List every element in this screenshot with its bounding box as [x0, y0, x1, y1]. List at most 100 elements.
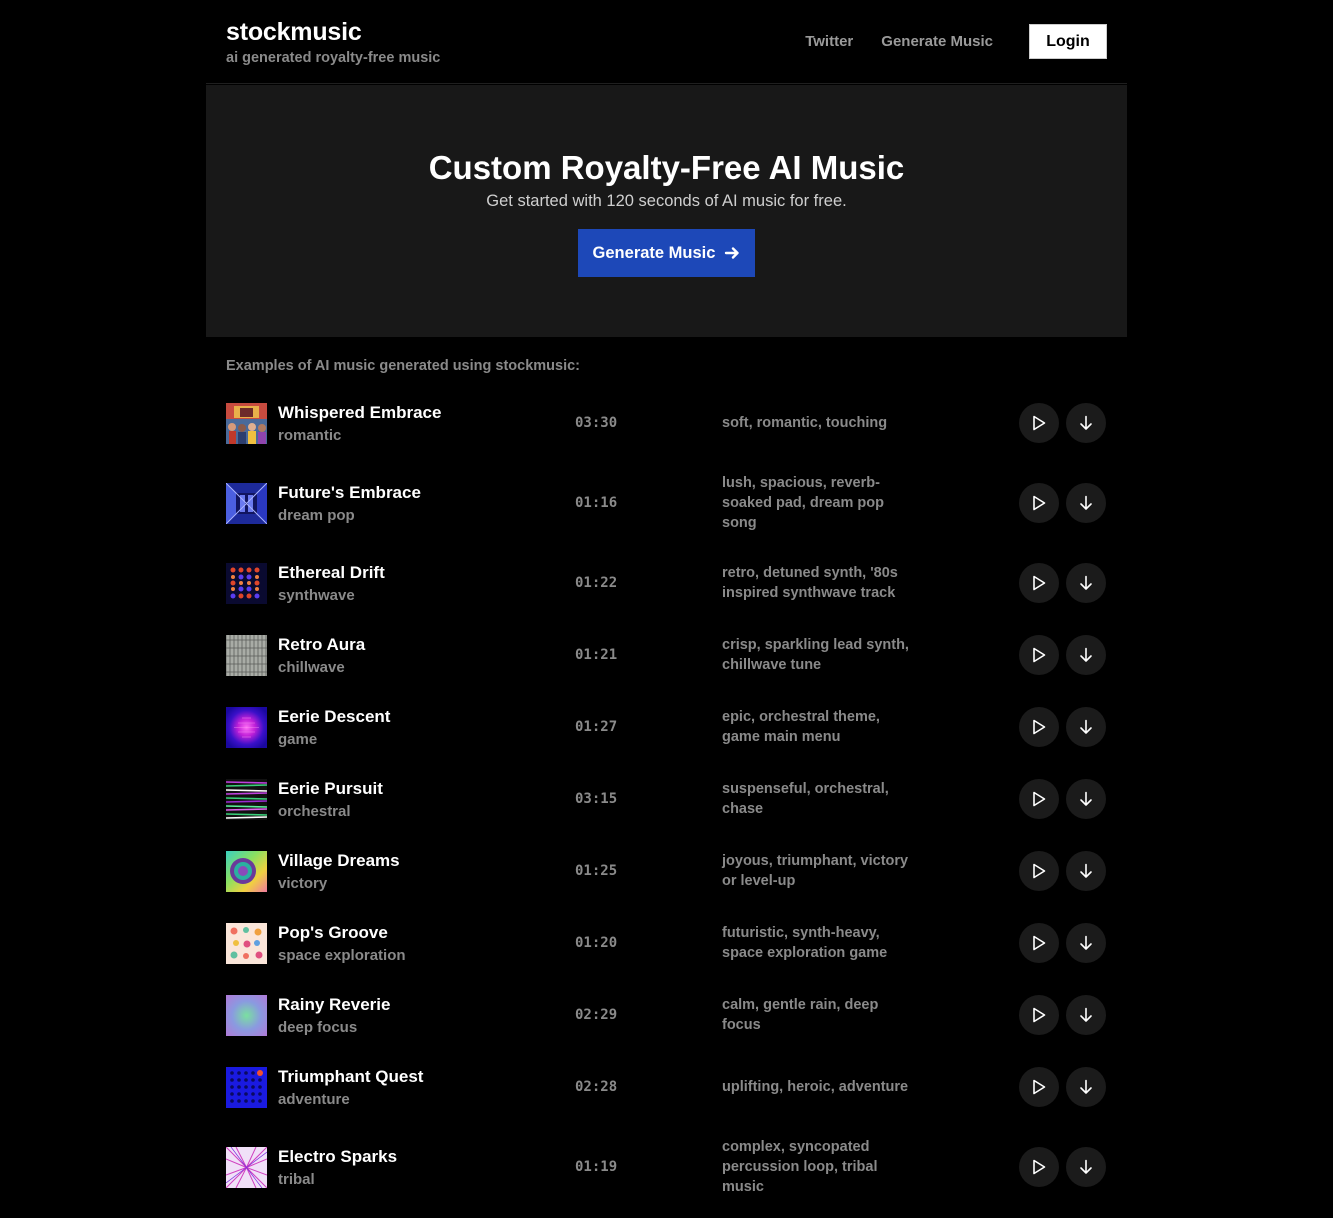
hero-subtitle: Get started with 120 seconds of AI music…: [486, 192, 847, 210]
nav-twitter-link[interactable]: Twitter: [805, 33, 853, 50]
track-row: Triumphant Quest adventure 02:28 uplifti…: [226, 1067, 1107, 1108]
track-genre: space exploration: [278, 947, 406, 964]
track-genre: romantic: [278, 427, 342, 444]
track-duration: 01:20: [575, 935, 618, 951]
download-button[interactable]: [1066, 1147, 1106, 1187]
play-button[interactable]: [1019, 851, 1059, 891]
brand[interactable]: stockmusic ai generated royalty-free mus…: [226, 17, 440, 66]
track-genre: deep focus: [278, 1019, 358, 1036]
download-button[interactable]: [1066, 707, 1106, 747]
download-button[interactable]: [1066, 635, 1106, 675]
play-button[interactable]: [1019, 923, 1059, 963]
play-button[interactable]: [1019, 707, 1059, 747]
track-title[interactable]: Eerie Descent: [278, 707, 390, 727]
play-button[interactable]: [1019, 563, 1059, 603]
track-row: Whispered Embrace romantic 03:30 soft, r…: [226, 403, 1107, 444]
track-title[interactable]: Electro Sparks: [278, 1147, 397, 1167]
download-icon: [1080, 719, 1092, 734]
track-genre: adventure: [278, 1091, 350, 1108]
download-button[interactable]: [1066, 923, 1106, 963]
track-duration: 02:28: [575, 1079, 618, 1095]
track-duration: 01:21: [575, 647, 618, 663]
play-icon: [1033, 791, 1046, 807]
play-button[interactable]: [1019, 635, 1059, 675]
download-button[interactable]: [1066, 403, 1106, 443]
download-button[interactable]: [1066, 851, 1106, 891]
track-art-triumphant-quest: [226, 1067, 267, 1108]
arrow-right-icon: [725, 247, 740, 259]
track-art-electro-sparks: [226, 1147, 267, 1188]
track-duration: 01:27: [575, 719, 618, 735]
play-icon: [1033, 1159, 1046, 1175]
play-icon: [1033, 1007, 1046, 1023]
brand-tagline: ai generated royalty-free music: [226, 50, 441, 66]
generate-music-button[interactable]: Generate Music: [578, 229, 755, 277]
track-duration: 01:22: [575, 575, 618, 591]
play-icon: [1033, 575, 1046, 591]
hero-section: Custom Royalty-Free AI Music Get started…: [206, 85, 1127, 337]
play-button[interactable]: [1019, 483, 1059, 523]
page-container: stockmusic ai generated royalty-free mus…: [206, 0, 1127, 1195]
login-button[interactable]: Login: [1029, 24, 1107, 59]
track-row: Eerie Pursuit orchestral 03:15 suspensef…: [226, 779, 1107, 820]
track-tags: uplifting, heroic, adventure: [722, 1079, 909, 1095]
track-title[interactable]: Future's Embrace: [278, 483, 421, 503]
download-icon: [1080, 935, 1092, 950]
track-row: Retro Aura chillwave 01:21 crisp, sparkl…: [226, 635, 1107, 676]
track-tags: joyous, triumphant, victory or level-up: [722, 853, 909, 889]
track-duration: 03:15: [575, 791, 618, 807]
track-genre: game: [278, 731, 318, 748]
track-art-eerie-descent: [226, 707, 267, 748]
track-tags: lush, spacious, reverb-soaked pad, dream…: [722, 475, 884, 531]
play-icon: [1033, 495, 1046, 511]
track-row: Eerie Descent game 01:27 epic, orchestra…: [226, 707, 1107, 748]
track-row: Ethereal Drift synthwave 01:22 retro, de…: [226, 563, 1107, 604]
examples-label: Examples of AI music generated using sto…: [226, 358, 581, 374]
play-button[interactable]: [1019, 779, 1059, 819]
track-title[interactable]: Retro Aura: [278, 635, 365, 655]
download-icon: [1080, 1007, 1092, 1022]
download-icon: [1080, 1079, 1092, 1094]
play-icon: [1033, 647, 1046, 663]
track-tags: calm, gentle rain, deep focus: [722, 997, 879, 1033]
track-title[interactable]: Whispered Embrace: [278, 403, 441, 423]
play-icon: [1033, 863, 1046, 879]
nav-generate-music-link[interactable]: Generate Music: [881, 33, 993, 50]
download-button[interactable]: [1066, 1067, 1106, 1107]
play-icon: [1033, 415, 1046, 431]
download-icon: [1080, 863, 1092, 878]
download-button[interactable]: [1066, 779, 1106, 819]
track-tags: epic, orchestral theme, game main menu: [722, 709, 880, 745]
track-title[interactable]: Ethereal Drift: [278, 563, 385, 583]
download-button[interactable]: [1066, 995, 1106, 1035]
download-button[interactable]: [1066, 483, 1106, 523]
top-nav: Twitter Generate Music Login: [805, 24, 1107, 59]
brand-title[interactable]: stockmusic: [226, 17, 440, 47]
download-button[interactable]: [1066, 563, 1106, 603]
track-tags: retro, detuned synth, '80s inspired synt…: [722, 565, 898, 601]
track-duration: 01:25: [575, 863, 618, 879]
play-icon: [1033, 719, 1046, 735]
track-title[interactable]: Village Dreams: [278, 851, 400, 871]
play-button[interactable]: [1019, 995, 1059, 1035]
track-duration: 03:30: [575, 415, 618, 431]
track-title[interactable]: Triumphant Quest: [278, 1067, 423, 1087]
generate-music-label: Generate Music: [592, 243, 716, 262]
track-duration: 01:16: [575, 495, 618, 511]
track-title[interactable]: Rainy Reverie: [278, 995, 390, 1015]
track-genre: chillwave: [278, 659, 345, 676]
track-tags: soft, romantic, touching: [722, 415, 888, 431]
download-icon: [1080, 647, 1092, 662]
track-title[interactable]: Pop's Groove: [278, 923, 388, 943]
track-row: Pop's Groove space exploration 01:20 fut…: [226, 923, 1107, 964]
track-genre: victory: [278, 875, 328, 892]
play-button[interactable]: [1019, 403, 1059, 443]
track-genre: synthwave: [278, 587, 355, 604]
track-art-retro-aura: [226, 635, 267, 676]
track-tags: crisp, sparkling lead synth, chillwave t…: [722, 637, 909, 673]
play-button[interactable]: [1019, 1147, 1059, 1187]
play-button[interactable]: [1019, 1067, 1059, 1107]
track-title[interactable]: Eerie Pursuit: [278, 779, 383, 799]
track-art-futures-embrace: [226, 483, 267, 524]
track-row: Electro Sparks tribal 01:19 complex, syn…: [226, 1139, 1107, 1195]
